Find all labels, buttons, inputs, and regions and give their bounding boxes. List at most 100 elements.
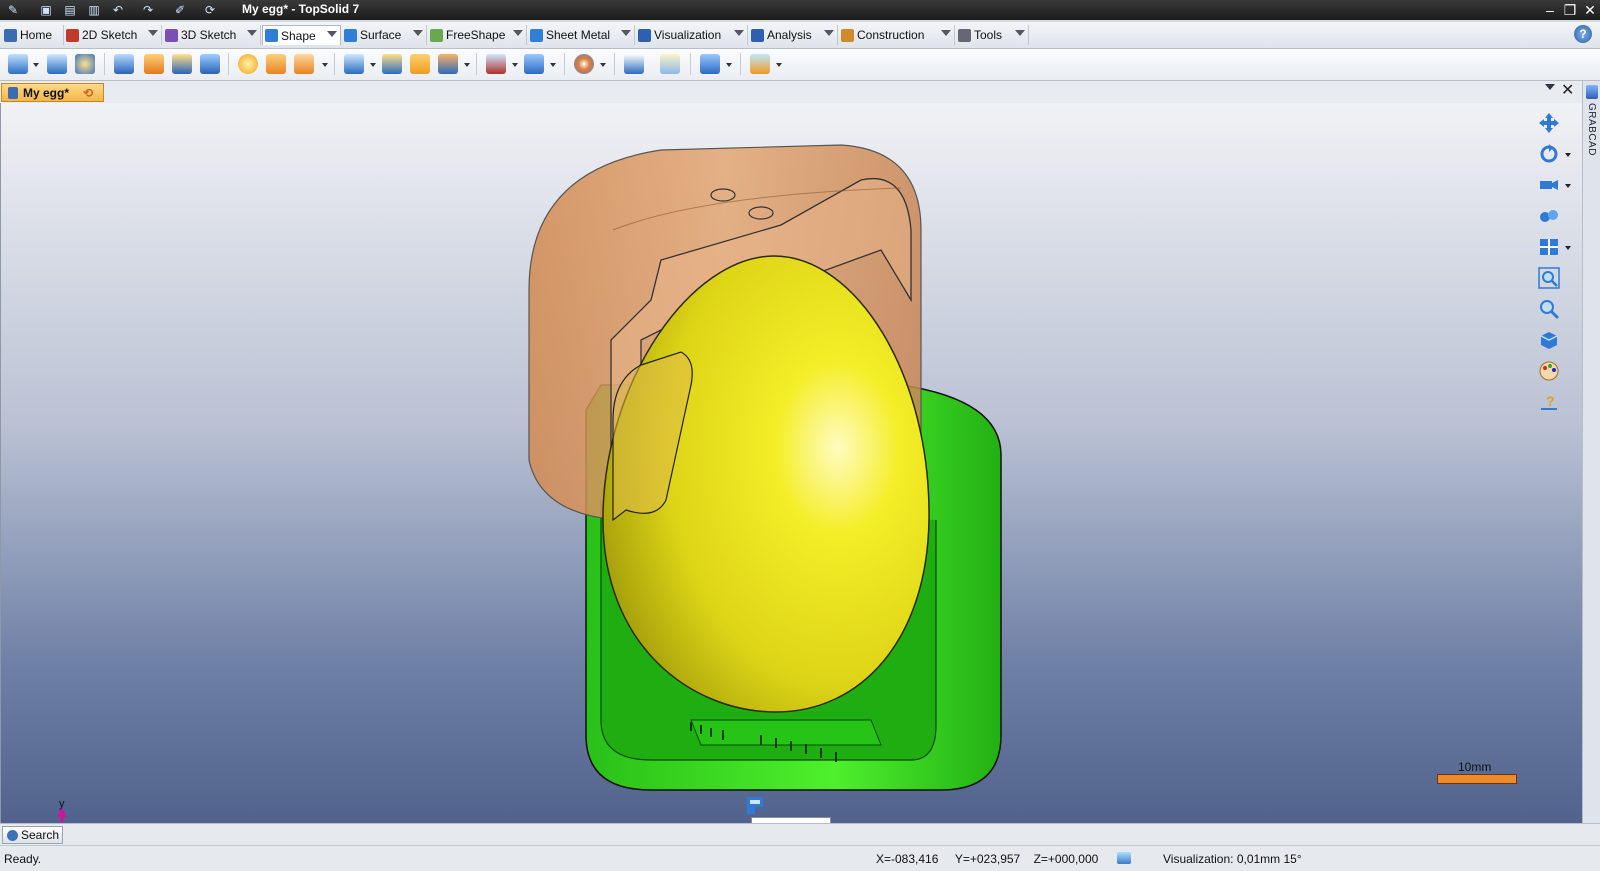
extrusion-icon[interactable] xyxy=(47,54,67,74)
chevron-down-icon[interactable] xyxy=(600,63,606,67)
chevron-down-icon[interactable] xyxy=(513,30,523,36)
properties-icon[interactable] xyxy=(660,54,680,74)
draft-icon[interactable] xyxy=(294,54,314,74)
boolean-icon[interactable] xyxy=(114,54,134,74)
navigation-flag-icon[interactable] xyxy=(744,795,766,815)
pattern-icon[interactable] xyxy=(486,54,506,74)
save-icon[interactable]: ▣ xyxy=(38,2,54,18)
zoom-icon[interactable] xyxy=(1538,298,1560,320)
chevron-down-icon[interactable] xyxy=(370,63,376,67)
minimize-icon[interactable]: – xyxy=(1540,1,1560,19)
tab-shape[interactable]: Shape xyxy=(262,25,341,45)
measure-icon[interactable] xyxy=(700,54,720,74)
grabcad-icon[interactable] xyxy=(1586,85,1598,99)
app-icon[interactable]: ✎ xyxy=(5,2,21,18)
tab-sheet-metal[interactable]: Sheet Metal xyxy=(528,25,635,45)
analysis-icon xyxy=(751,28,764,42)
chevron-down-icon[interactable] xyxy=(33,63,39,67)
pan-icon[interactable] xyxy=(1538,112,1560,134)
side-panel: GRABCAD xyxy=(1582,81,1600,823)
print-icon[interactable]: ▥ xyxy=(86,2,102,18)
palette-icon[interactable] xyxy=(1538,360,1560,382)
rotate-icon[interactable] xyxy=(1538,143,1560,165)
tab-construction[interactable]: Construction xyxy=(839,25,955,45)
chevron-down-icon[interactable] xyxy=(1565,246,1571,250)
redo-icon[interactable]: ↷ xyxy=(140,2,156,18)
chevron-down-icon[interactable] xyxy=(413,30,423,36)
revolution-icon[interactable] xyxy=(75,54,95,74)
tab-2d-sketch[interactable]: 2D Sketch xyxy=(64,25,162,45)
hole-icon[interactable] xyxy=(200,54,220,74)
chevron-down-icon[interactable] xyxy=(726,63,732,67)
document-list-chevron-icon[interactable] xyxy=(1545,84,1555,90)
help-icon[interactable]: ? xyxy=(1574,25,1592,43)
palette-icon[interactable] xyxy=(574,54,594,74)
tab-label: Tools xyxy=(974,28,1003,42)
pocket-icon[interactable] xyxy=(144,54,164,74)
pen-icon[interactable]: ✐ xyxy=(172,2,188,18)
search-button[interactable]: Search xyxy=(2,826,63,844)
tab-analysis[interactable]: Analysis xyxy=(749,25,838,45)
chevron-down-icon[interactable] xyxy=(512,63,518,67)
split-icon[interactable] xyxy=(438,54,458,74)
help-query-icon[interactable]: ? xyxy=(1538,391,1560,413)
egg-box-model[interactable] xyxy=(1,103,1582,823)
chevron-down-icon[interactable] xyxy=(247,30,257,36)
chevron-down-icon[interactable] xyxy=(1565,153,1571,157)
close-icon[interactable]: ✕ xyxy=(1580,1,1600,19)
offset-icon[interactable] xyxy=(410,54,430,74)
shape-block-icon[interactable] xyxy=(8,54,28,74)
chevron-down-icon[interactable] xyxy=(464,63,470,67)
tab-surface[interactable]: Surface xyxy=(342,25,427,45)
document-close-icon[interactable]: ✕ xyxy=(1561,80,1574,100)
tools-shape-icon[interactable] xyxy=(750,54,770,74)
camera-icon[interactable] xyxy=(1538,174,1560,196)
chevron-down-icon[interactable] xyxy=(327,31,337,37)
chevron-down-icon[interactable] xyxy=(776,63,782,67)
boss-icon[interactable] xyxy=(172,54,192,74)
chevron-down-icon[interactable] xyxy=(621,30,631,36)
chevron-down-icon[interactable] xyxy=(734,30,744,36)
tab-label: 3D Sketch xyxy=(181,28,237,42)
chevron-down-icon[interactable] xyxy=(550,63,556,67)
grabcad-tab[interactable]: GRABCAD xyxy=(1586,103,1597,156)
tab-tools[interactable]: Tools xyxy=(956,25,1029,45)
document-tab-my-egg[interactable]: My egg* ⟲ xyxy=(1,83,104,102)
tab-freeshape[interactable]: FreeShape xyxy=(428,25,527,45)
material-icon[interactable] xyxy=(624,54,644,74)
chamfer-icon[interactable] xyxy=(266,54,286,74)
3d-viewport[interactable]: ? y x z 10mm xyxy=(0,103,1582,823)
restore-icon[interactable]: ❐ xyxy=(1560,1,1580,19)
surface-icon xyxy=(344,28,357,42)
zoom-window-icon[interactable] xyxy=(1538,267,1560,289)
walk-icon[interactable] xyxy=(1538,205,1560,227)
tab-label: Surface xyxy=(360,28,402,42)
refresh-icon[interactable]: ⟳ xyxy=(202,2,218,18)
shape-toolbar xyxy=(0,49,1600,81)
chevron-down-icon[interactable] xyxy=(322,63,328,67)
fillet-icon[interactable] xyxy=(238,54,258,74)
search-bar: Search xyxy=(0,823,1600,846)
status-ready: Ready. xyxy=(4,852,42,866)
save-all-icon[interactable]: ▤ xyxy=(62,2,78,18)
display-mode-icon[interactable] xyxy=(1538,329,1560,351)
thicken-icon[interactable] xyxy=(382,54,402,74)
mirror-icon[interactable] xyxy=(524,54,544,74)
chevron-down-icon[interactable] xyxy=(1565,184,1571,188)
home-icon xyxy=(4,28,17,42)
view-layout-icon[interactable] xyxy=(1538,236,1560,258)
tab-home[interactable]: Home xyxy=(2,25,64,45)
tab-3d-sketch[interactable]: 3D Sketch xyxy=(163,25,261,45)
shape-icon xyxy=(265,29,278,42)
status-bar: Ready. X=-083,416 Y=+023,957 Z=+000,000 … xyxy=(0,845,1600,871)
shell-icon[interactable] xyxy=(344,54,364,74)
chevron-down-icon[interactable] xyxy=(824,30,834,36)
undo-icon[interactable]: ↶ xyxy=(110,2,126,18)
visualization-icon[interactable] xyxy=(1117,852,1131,864)
chevron-down-icon[interactable] xyxy=(941,30,951,36)
chevron-down-icon[interactable] xyxy=(148,30,158,36)
chevron-down-icon[interactable] xyxy=(1015,30,1025,36)
tab-visualization[interactable]: Visualization xyxy=(636,25,748,45)
pin-icon[interactable] xyxy=(8,86,18,99)
document-refresh-icon[interactable]: ⟲ xyxy=(83,87,97,99)
